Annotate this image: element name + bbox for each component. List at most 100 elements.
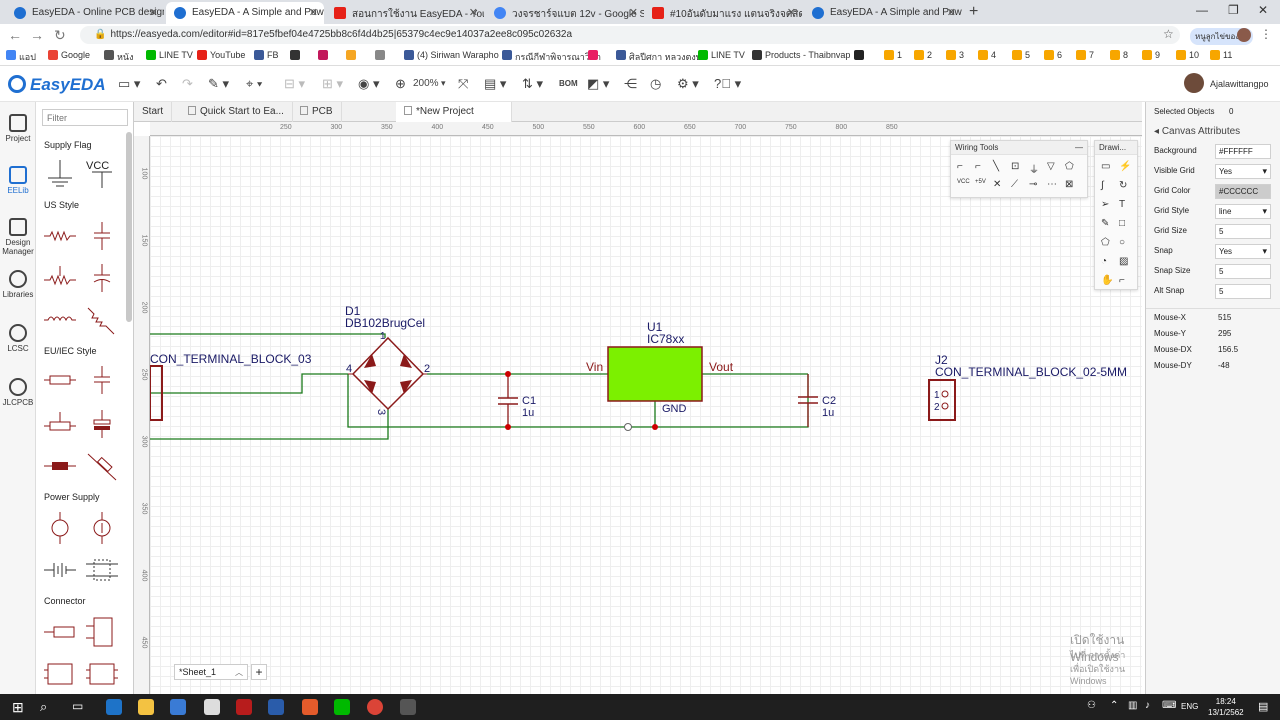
origin-icon[interactable]: ⌐ — [1119, 275, 1125, 286]
browser-menu-icon[interactable]: ⋮ — [1260, 27, 1272, 41]
maximize-icon[interactable]: ❐ — [1228, 3, 1239, 17]
line-icon[interactable]: ⚡ — [1119, 161, 1131, 172]
rail-item-design-manager[interactable]: Design Manager — [0, 218, 36, 256]
browser-tab-active[interactable]: EasyEDA - A Simple and Powerfu✕ — [166, 2, 324, 24]
url-field[interactable]: 🔒 https://easyeda.com/editor#id=817e5fbef… — [80, 26, 1180, 44]
snipping-tool-icon[interactable] — [400, 699, 416, 715]
bookmark-item[interactable]: แอป — [6, 50, 36, 64]
bookmark-item[interactable]: LINE TV — [698, 50, 745, 60]
bookmark-item[interactable]: Products - Thaibnvap — [752, 50, 850, 60]
d1-bridge-rectifier[interactable]: D1 DB102BrugCel 4 2 1 3 — [345, 304, 430, 415]
library-filter-input[interactable] — [42, 109, 128, 126]
bookmark-item[interactable]: 2 — [914, 50, 932, 60]
close-icon[interactable]: ✕ — [149, 6, 158, 19]
close-icon[interactable]: ✕ — [629, 6, 638, 19]
freehand-icon[interactable]: ✎ — [1101, 218, 1109, 229]
connector-2pin-symbol[interactable] — [84, 616, 120, 648]
attr-value-field[interactable]: 5 — [1215, 224, 1271, 239]
ground-symbol[interactable] — [42, 158, 78, 190]
windows-start-icon[interactable]: ⊞ — [12, 699, 28, 715]
bookmark-item[interactable]: กรณีกีฬาพิจารณาวิชา — [502, 50, 601, 64]
bookmark-item[interactable]: 10 — [1176, 50, 1199, 60]
close-icon[interactable]: ✕ — [469, 6, 478, 19]
bookmark-item[interactable]: 6 — [1044, 50, 1062, 60]
browser-tab[interactable]: สอนการใช้งาน EasyEDA - YouTube✕ — [326, 2, 484, 24]
group-icon[interactable]: ⊠ — [1065, 179, 1073, 190]
theme-icon[interactable]: ◩ ▾ — [587, 76, 609, 92]
attr-value-field[interactable]: 5 — [1215, 284, 1271, 299]
plus5v-flag-icon[interactable]: +5V — [975, 179, 986, 185]
diagonal-resistor-symbol[interactable] — [84, 450, 120, 482]
zoom-level[interactable]: 200% — [413, 78, 439, 89]
bookmark-star-icon[interactable]: ☆ — [1163, 27, 1174, 41]
multi-cell-battery-symbol[interactable] — [84, 554, 120, 586]
c1-capacitor[interactable]: C1 1u — [498, 371, 536, 430]
new-tab-button[interactable]: + — [969, 3, 978, 21]
no-connect-icon[interactable]: ✕ — [993, 179, 1001, 190]
close-icon[interactable]: ✕ — [309, 6, 318, 19]
history-icon[interactable]: ◷ — [650, 76, 661, 92]
bookmark-item[interactable]: 7 — [1076, 50, 1094, 60]
task-view-icon[interactable]: ▭ — [72, 699, 88, 715]
notifications-icon[interactable]: ▤ — [1258, 700, 1268, 713]
network-icon[interactable]: ▥ — [1128, 700, 1137, 711]
tab-new-project[interactable]: *New Project — [396, 102, 512, 122]
bookmark-item[interactable]: 11 — [1210, 50, 1232, 60]
nox-icon[interactable] — [268, 699, 284, 715]
rail-item-eelib[interactable]: EELib — [0, 166, 36, 195]
people-icon[interactable]: ⚇ — [1087, 700, 1096, 711]
distribute-icon[interactable]: ⊞ ▾ — [322, 76, 343, 92]
hand-pan-icon[interactable]: ✋ — [1101, 275, 1113, 286]
share-icon[interactable]: ⋲ — [624, 76, 637, 92]
image-icon[interactable]: ▨ — [1119, 256, 1128, 267]
line-app-icon[interactable] — [334, 699, 350, 715]
net-flag-gnd-icon[interactable]: ⏚ — [1029, 161, 1039, 176]
bookmark-item[interactable]: YouTube — [197, 50, 245, 60]
u1-regulator[interactable]: U1 IC78xx Vin Vout GND — [586, 320, 734, 431]
chevron-up-icon[interactable]: ︿ — [235, 667, 243, 678]
bookmark-item[interactable]: FB — [254, 50, 279, 60]
tab-start[interactable]: Start — [134, 102, 173, 122]
variable-resistor-us-symbol[interactable] — [42, 262, 78, 294]
bookmark-item[interactable]: 4 — [978, 50, 996, 60]
connector-dual-header-symbol[interactable] — [84, 658, 120, 690]
polyline-icon[interactable]: ▭ — [1101, 161, 1110, 172]
canvas-attributes-title[interactable]: ◂ Canvas Attributes — [1154, 126, 1240, 137]
bookmark-item[interactable]: 5 — [1012, 50, 1030, 60]
tab-pcb[interactable]: PCB — [292, 102, 342, 122]
varistor-us-symbol[interactable] — [84, 304, 120, 336]
app-icon[interactable] — [302, 699, 318, 715]
bom-button[interactable]: BOM — [559, 79, 578, 88]
tab-quick-start[interactable]: Quick Start to Ea... — [180, 102, 293, 122]
add-sheet-button[interactable]: + — [251, 664, 267, 680]
close-icon[interactable]: ✕ — [787, 6, 796, 19]
battery-symbol[interactable] — [42, 554, 78, 586]
bus-entry-icon[interactable]: ╲ — [993, 161, 999, 172]
capacitor-us-symbol[interactable] — [84, 220, 120, 252]
edge-icon[interactable] — [106, 699, 122, 715]
zoom-icon[interactable]: ⊕ — [395, 76, 406, 92]
search-icon[interactable]: ⌕ — [40, 699, 56, 715]
pie-icon[interactable]: ◔ — [1101, 256, 1107, 267]
connector-1pin-symbol[interactable] — [42, 616, 78, 648]
browser-tab[interactable]: #10อันดับมาแรง แตนจริงจตสิดผงปั้งไม่✕ — [644, 2, 802, 24]
voltage-source-symbol[interactable] — [42, 512, 78, 544]
text-icon[interactable]: T — [1119, 199, 1125, 210]
bookmark-item[interactable]: Google — [48, 50, 90, 60]
help-icon[interactable]: ?⃝ ▾ — [714, 76, 741, 92]
j1-connector[interactable]: CON_TERMINAL_BLOCK_03 — [150, 352, 312, 421]
library-scrollbar[interactable] — [126, 132, 132, 322]
attr-value-field[interactable]: Yes — [1215, 164, 1271, 179]
language-indicator[interactable]: ENG — [1181, 702, 1198, 711]
inductor-us-symbol[interactable] — [42, 304, 78, 336]
browser-tab[interactable]: วงจรชาร์จแบต 12v - Google Search✕ — [486, 2, 644, 24]
polarized-capacitor-iec-symbol[interactable] — [84, 408, 120, 440]
junction-icon[interactable]: ⋯ — [1047, 179, 1057, 190]
bookmark-item[interactable]: 1 — [884, 50, 902, 60]
bookmark-item[interactable]: หนัง — [104, 50, 133, 64]
sheet-tab[interactable]: *Sheet_1 ︿ — [174, 664, 248, 680]
clock[interactable]: 18:24 13/1/2562 — [1208, 696, 1244, 718]
attr-value-field[interactable]: #FFFFFF — [1215, 144, 1271, 159]
variable-resistor-iec-symbol[interactable] — [42, 408, 78, 440]
back-icon[interactable]: ← — [8, 27, 22, 43]
